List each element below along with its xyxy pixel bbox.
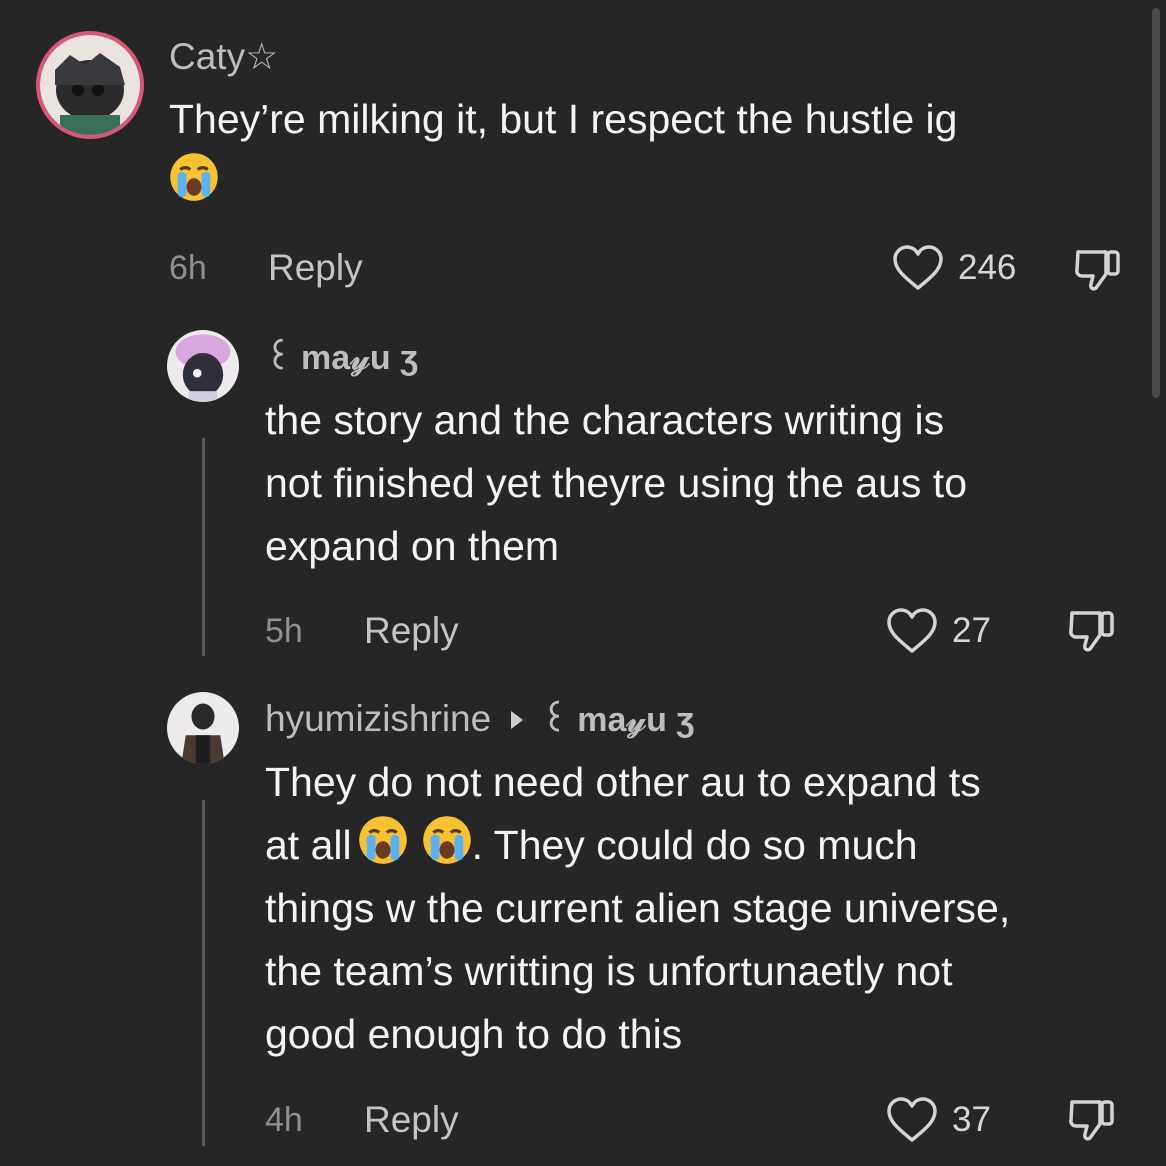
heart-icon	[893, 245, 943, 290]
loudly-crying-face-icon	[422, 815, 472, 865]
dislike-button[interactable]	[1072, 244, 1124, 296]
comment-text-line: They’re milking it, but I respect the hu…	[169, 96, 958, 142]
comment-text-segment: . They could do so much	[471, 822, 918, 868]
dislike-button[interactable]	[1066, 605, 1118, 657]
like-button[interactable]: 246	[892, 244, 1016, 292]
comment-author-name[interactable]: ꒰ ma𝓎u ʒ	[265, 336, 418, 380]
comment-author-name[interactable]: hyumizishrine	[265, 698, 491, 739]
thumbs-down-icon	[1069, 611, 1114, 652]
comment-text-line: the team’s writting is unfortunaetly not	[265, 948, 953, 994]
comment-text-line: at all . They could do so much	[265, 814, 1010, 877]
loudly-crying-face-icon	[358, 815, 408, 865]
heart-icon	[887, 608, 937, 653]
comment-body: They do not need other au to expand ts a…	[265, 751, 1010, 1066]
avatar-caty[interactable]	[36, 31, 144, 139]
comment-text-line: not finished yet theyre using the aus to	[265, 460, 968, 506]
thumbs-down-icon	[1075, 250, 1120, 291]
scrollbar[interactable]	[1152, 8, 1160, 398]
comment-body: the story and the characters writing is …	[265, 389, 967, 578]
avatar-caty-image	[40, 35, 140, 135]
like-count: 27	[952, 611, 991, 650]
avatar-hyumizishrine[interactable]	[167, 692, 239, 764]
reply-button[interactable]: Reply	[268, 246, 363, 290]
dislike-button[interactable]	[1066, 1094, 1118, 1146]
comment-timestamp: 6h	[169, 249, 207, 287]
comment-text-line: the story and the characters writing is	[265, 397, 945, 443]
like-count: 246	[958, 248, 1017, 287]
thumbs-down-icon	[1069, 1100, 1114, 1141]
reply-button[interactable]: Reply	[364, 609, 459, 653]
comment-text-line: things w the current alien stage univers…	[265, 885, 1011, 931]
avatar-hyumizishrine-image	[167, 692, 239, 764]
comment-body: They’re milking it, but I respect the hu…	[169, 88, 957, 214]
comment-timestamp: 5h	[265, 612, 303, 650]
reply-arrow-icon	[511, 710, 524, 729]
like-count: 37	[952, 1100, 991, 1139]
avatar-mayu-image	[167, 330, 239, 402]
comment-text-segment: at all	[265, 822, 352, 868]
reply-button[interactable]: Reply	[364, 1098, 459, 1142]
avatar-mayu[interactable]	[167, 330, 239, 402]
comment-text-line: They do not need other au to expand ts	[265, 759, 981, 805]
comment-timestamp: 4h	[265, 1101, 303, 1139]
like-button[interactable]: 37	[886, 1096, 991, 1144]
reply-to-name[interactable]: ꒰ ma𝓎u ʒ	[541, 701, 694, 739]
comment-emoji-line	[169, 151, 957, 214]
comment-text-line: good enough to do this	[265, 1011, 683, 1057]
like-button[interactable]: 27	[886, 607, 991, 655]
thread-line	[202, 438, 205, 656]
comment-text-line: expand on them	[265, 523, 560, 569]
comment-header: hyumizishrine ꒰ ma𝓎u ʒ	[265, 697, 694, 742]
comment-author-name[interactable]: Caty☆	[169, 35, 278, 79]
heart-icon	[887, 1097, 937, 1142]
loudly-crying-face-icon	[169, 152, 219, 202]
thread-line	[202, 800, 205, 1146]
